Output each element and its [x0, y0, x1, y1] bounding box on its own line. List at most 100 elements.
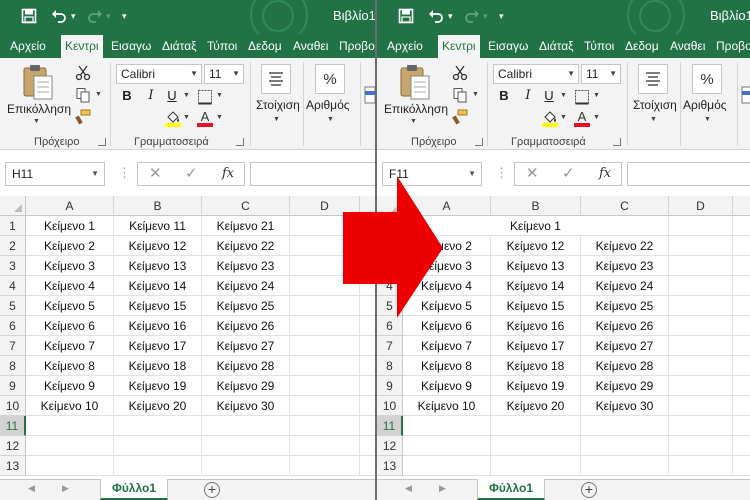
undo-dropdown-icon[interactable]: ▾ — [448, 6, 453, 26]
clipboard-paste-icon[interactable] — [20, 62, 56, 102]
cell[interactable] — [290, 456, 360, 476]
font-color-icon[interactable]: A — [196, 108, 214, 128]
tab-6[interactable]: Δεδομ — [625, 34, 659, 58]
cell[interactable] — [360, 216, 375, 236]
insert-function-button[interactable]: fx — [599, 162, 611, 186]
row-header[interactable]: 12 — [377, 436, 403, 456]
cell[interactable] — [360, 436, 375, 456]
row-header[interactable]: 1 — [0, 216, 26, 236]
cell[interactable]: Κείμενο 3 — [403, 256, 491, 276]
bold-button[interactable]: B — [118, 86, 136, 106]
cell[interactable] — [669, 336, 733, 356]
font-color-dropdown-icon[interactable]: ▼ — [216, 114, 223, 121]
row-header[interactable]: 5 — [377, 296, 403, 316]
row-header[interactable]: 1 — [377, 216, 403, 236]
cell[interactable] — [733, 276, 750, 296]
borders-dropdown-icon[interactable]: ▼ — [593, 92, 600, 99]
save-icon[interactable] — [18, 5, 40, 27]
bold-button[interactable]: B — [495, 86, 513, 106]
row-header[interactable]: 11 — [0, 416, 26, 436]
tab-5[interactable]: Τύποι — [207, 34, 237, 58]
cell[interactable]: Κείμενο 11 — [114, 216, 202, 236]
cell[interactable]: Κείμενο 18 — [491, 356, 581, 376]
cell[interactable] — [669, 436, 733, 456]
cell[interactable] — [360, 356, 375, 376]
italic-button[interactable]: I — [519, 86, 537, 106]
cell[interactable]: Κείμενο 16 — [491, 316, 581, 336]
check-icon[interactable]: ✓ — [562, 162, 575, 186]
cell[interactable] — [669, 216, 733, 236]
cell[interactable] — [114, 436, 202, 456]
undo-icon[interactable] — [48, 5, 70, 27]
cell[interactable]: Κείμενο 27 — [202, 336, 290, 356]
cell[interactable] — [669, 356, 733, 376]
cell[interactable]: Κείμενο 21 — [202, 216, 290, 236]
cell[interactable]: Κείμενο 23 — [202, 256, 290, 276]
paste-dropdown-icon[interactable]: ▼ — [33, 118, 40, 125]
cell[interactable] — [581, 416, 669, 436]
borders-dropdown-icon[interactable]: ▼ — [216, 92, 223, 99]
row-header[interactable]: 9 — [377, 376, 403, 396]
cell[interactable]: Κείμενο 7 — [26, 336, 114, 356]
cell[interactable] — [360, 396, 375, 416]
redo-icon[interactable] — [84, 5, 106, 27]
cell[interactable] — [26, 456, 114, 476]
x-icon[interactable]: ✕ — [526, 162, 539, 186]
font-color-icon[interactable]: A — [573, 108, 591, 128]
cell[interactable] — [360, 336, 375, 356]
column-header[interactable] — [733, 196, 750, 216]
cell[interactable]: Κείμενο 8 — [26, 356, 114, 376]
cell[interactable]: Κείμενο 20 — [114, 396, 202, 416]
percent-icon[interactable]: % — [315, 64, 345, 94]
cell[interactable] — [114, 416, 202, 436]
cell[interactable] — [290, 236, 360, 256]
tab-4[interactable]: Διάταξ — [162, 34, 197, 58]
row-header[interactable]: 13 — [377, 456, 403, 476]
cell[interactable]: Κείμενο 18 — [114, 356, 202, 376]
tab-8[interactable]: Προβο — [339, 34, 375, 58]
cell[interactable] — [290, 276, 360, 296]
underline-button[interactable]: U — [540, 86, 558, 106]
cell[interactable]: Κείμενο 25 — [202, 296, 290, 316]
number-format-button[interactable]: Αριθμός — [683, 98, 727, 112]
paste-button[interactable]: Επικόλληση — [384, 102, 448, 116]
cell[interactable]: Κείμενο 1 — [26, 216, 114, 236]
cell[interactable] — [290, 356, 360, 376]
cell[interactable] — [360, 296, 375, 316]
cell[interactable] — [669, 296, 733, 316]
row-header[interactable]: 13 — [0, 456, 26, 476]
tab-3[interactable]: Εισαγω — [488, 34, 528, 58]
paste-dropdown-icon[interactable]: ▼ — [410, 118, 417, 125]
cell[interactable] — [733, 456, 750, 476]
scissors-icon[interactable] — [451, 64, 469, 82]
cell[interactable] — [669, 256, 733, 276]
tab-1[interactable]: Αρχείο — [387, 34, 423, 58]
cell[interactable]: Κείμενο 17 — [114, 336, 202, 356]
cell[interactable] — [290, 396, 360, 416]
cell[interactable]: Κείμενο 27 — [581, 336, 669, 356]
cell[interactable] — [360, 236, 375, 256]
align-lines-icon[interactable] — [638, 64, 668, 94]
cell[interactable] — [733, 416, 750, 436]
check-icon[interactable]: ✓ — [185, 162, 198, 186]
cell[interactable]: Κείμενο 8 — [403, 356, 491, 376]
cell[interactable] — [733, 436, 750, 456]
row-header[interactable]: 8 — [0, 356, 26, 376]
column-header[interactable]: D — [290, 196, 360, 216]
copy-icon[interactable] — [74, 86, 92, 104]
format-painter-icon[interactable] — [451, 108, 469, 126]
clipboard-launcher-icon[interactable] — [98, 138, 106, 146]
more-options-icon[interactable]: ⋮ — [118, 162, 131, 186]
font-name-select[interactable]: Calibri ▼ — [116, 64, 202, 84]
save-icon[interactable] — [395, 5, 417, 27]
cell[interactable] — [360, 416, 375, 436]
cell[interactable] — [290, 376, 360, 396]
cell[interactable] — [733, 256, 750, 276]
cell[interactable] — [360, 256, 375, 276]
italic-button[interactable]: I — [142, 86, 160, 106]
cell[interactable]: Κείμενο 5 — [26, 296, 114, 316]
cell[interactable]: Κείμενο 14 — [114, 276, 202, 296]
cell[interactable] — [403, 456, 491, 476]
row-header[interactable]: 3 — [377, 256, 403, 276]
tab-2[interactable]: Κεντρι — [438, 35, 480, 58]
